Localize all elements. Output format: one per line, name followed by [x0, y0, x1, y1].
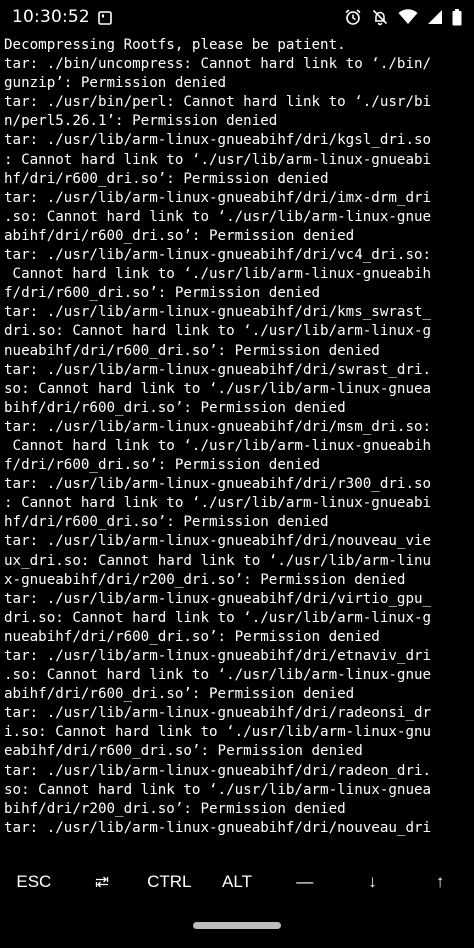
terminal-line: ux_dri.so: Cannot hard link to ‘./usr/li… [4, 552, 432, 569]
terminal-line: dri.so: Cannot hard link to ‘./usr/lib/a… [4, 323, 432, 340]
notifications-off-icon [371, 8, 389, 26]
terminal-output[interactable]: Decompressing Rootfs, please be patient.… [4, 36, 470, 844]
terminal-line: : Cannot hard link to ‘./usr/lib/arm-lin… [4, 151, 432, 168]
terminal-line: x-gnueabihf/dri/r200_dri.so’: Permission… [4, 571, 406, 588]
terminal-line: tar: ./usr/lib/arm-linux-gnueabihf/dri/s… [4, 361, 432, 378]
terminal-line: tar: ./bin/uncompress: Cannot hard link … [4, 56, 432, 73]
terminal-line: tar: ./usr/lib/arm-linux-gnueabihf/dri/r… [4, 705, 432, 722]
alt-key[interactable]: ALT [203, 862, 271, 902]
terminal-line: bihf/dri/r200_dri.so’: Permission denied [4, 800, 346, 817]
terminal-line: eabihf/dri/r600_dri.so’: Permission deni… [4, 743, 363, 760]
terminal-line: tar: ./usr/lib/arm-linux-gnueabihf/dri/n… [4, 819, 432, 836]
terminal-line: tar: ./usr/lib/arm-linux-gnueabihf/dri/k… [4, 304, 432, 321]
gesture-navigation-bar[interactable] [193, 922, 281, 929]
terminal-line: tar: ./usr/lib/arm-linux-gnueabihf/dri/n… [4, 533, 432, 550]
battery-icon [452, 8, 462, 26]
terminal-line: abihf/dri/r600_dri.so’: Permission denie… [4, 686, 355, 703]
screenshot-notification-icon [98, 10, 112, 25]
wifi-icon [398, 9, 418, 25]
terminal-line: tar: ./usr/lib/arm-linux-gnueabihf/dri/m… [4, 418, 432, 435]
terminal-line: nueabihf/dri/r600_dri.so’: Permission de… [4, 342, 380, 359]
terminal-line: hf/dri/r600_dri.so’: Permission denied [4, 514, 329, 531]
signal-icon [427, 9, 443, 25]
terminal-line: bihf/dri/r600_dri.so’: Permission denied [4, 399, 346, 416]
terminal-line: n/perl5.26.1’: Permission denied [4, 113, 278, 130]
status-icons [344, 8, 462, 26]
terminal-line: tar: ./usr/lib/arm-linux-gnueabihf/dri/v… [4, 247, 432, 264]
terminal-line: f/dri/r600_dri.so’: Permission denied [4, 285, 321, 302]
terminal-line: : Cannot hard link to ‘./usr/lib/arm-lin… [4, 495, 432, 512]
arrow-up-key[interactable]: ↑ [406, 862, 474, 902]
terminal-line: hf/dri/r600_dri.so’: Permission denied [4, 170, 329, 187]
terminal-line: gunzip’: Permission denied [4, 75, 227, 92]
terminal-line: tar: ./usr/lib/arm-linux-gnueabihf/dri/i… [4, 189, 432, 206]
esc-key[interactable]: ESC [0, 862, 68, 902]
terminal-line: dri.so: Cannot hard link to ‘./usr/lib/a… [4, 609, 432, 626]
terminal-line: .so: Cannot hard link to ‘./usr/lib/arm-… [4, 667, 432, 684]
terminal-line: tar: ./usr/bin/perl: Cannot hard link to… [4, 94, 432, 111]
terminal-line: nueabihf/dri/r600_dri.so’: Permission de… [4, 628, 380, 645]
tab-arrows-icon [95, 863, 109, 903]
status-bar: 10:30:52 [0, 0, 474, 34]
terminal-line: Cannot hard link to ‘./usr/lib/arm-linux… [4, 266, 432, 283]
dash-key[interactable]: — [271, 862, 339, 902]
tab-key[interactable] [68, 862, 136, 902]
terminal-line: abihf/dri/r600_dri.so’: Permission denie… [4, 227, 355, 244]
terminal-line: i.so: Cannot hard link to ‘./usr/lib/arm… [4, 724, 432, 741]
ctrl-key[interactable]: CTRL [135, 862, 203, 902]
terminal-line: tar: ./usr/lib/arm-linux-gnueabihf/dri/r… [4, 762, 432, 779]
terminal-line: so: Cannot hard link to ‘./usr/lib/arm-l… [4, 781, 432, 798]
terminal-line: tar: ./usr/lib/arm-linux-gnueabihf/dri/k… [4, 132, 432, 149]
arrow-down-key[interactable]: ↓ [339, 862, 407, 902]
terminal-line: so: Cannot hard link to ‘./usr/lib/arm-l… [4, 380, 432, 397]
terminal-line: .so: Cannot hard link to ‘./usr/lib/arm-… [4, 208, 432, 225]
terminal-line: f/dri/r600_dri.so’: Permission denied [4, 457, 321, 474]
terminal-line: Cannot hard link to ‘./usr/lib/arm-linux… [4, 437, 432, 454]
terminal-line: tar: ./usr/lib/arm-linux-gnueabihf/dri/v… [4, 590, 432, 607]
terminal-line: tar: ./usr/lib/arm-linux-gnueabihf/dri/r… [4, 476, 432, 493]
status-time: 10:30:52 [12, 7, 90, 27]
terminal-line: tar: ./usr/lib/arm-linux-gnueabihf/dri/e… [4, 648, 432, 664]
extra-keys-row: ESC CTRL ALT — ↓ ↑ [0, 862, 474, 902]
terminal-line: Decompressing Rootfs, please be patient. [4, 37, 346, 53]
alarm-icon [344, 8, 362, 26]
